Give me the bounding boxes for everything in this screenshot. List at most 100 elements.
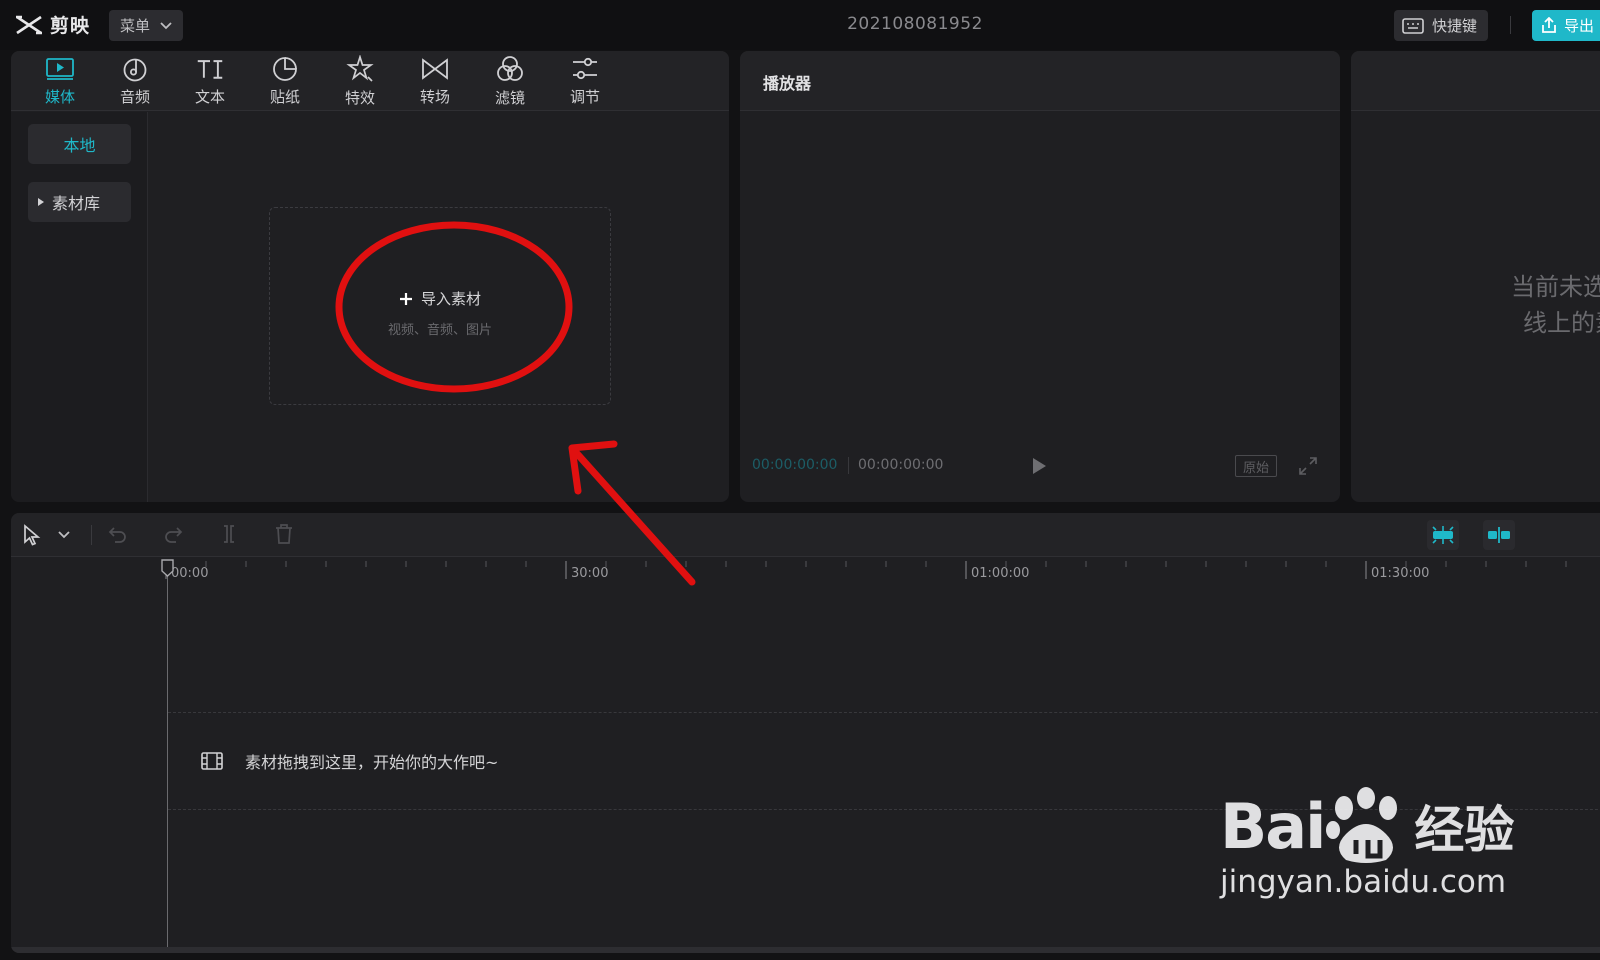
aspect-ratio-label: 原始 <box>1242 460 1269 476</box>
shortcut-button[interactable]: 快捷键 <box>1394 10 1488 41</box>
split-button[interactable] <box>220 524 238 544</box>
tab-transition[interactable]: 转场 <box>402 55 468 107</box>
capcut-logo-icon <box>16 15 42 34</box>
aspect-ratio-button[interactable]: 原始 <box>1235 455 1277 477</box>
total-time: 00:00:00:00 <box>858 457 944 473</box>
trash-icon <box>276 524 292 544</box>
tab-sticker[interactable]: 贴纸 <box>252 55 318 107</box>
baidu-watermark-suffix: 经验 <box>1414 801 1515 859</box>
properties-panel: 当前未选中 线上的素 <box>1351 51 1600 502</box>
caret-right-icon <box>38 198 44 206</box>
effects-icon <box>346 55 374 83</box>
player-title: 播放器 <box>763 74 812 93</box>
tab-media[interactable]: 媒体 <box>27 55 93 107</box>
properties-empty-line1: 当前未选中 <box>1511 273 1600 301</box>
fullscreen-icon <box>1299 457 1317 475</box>
split-icon <box>224 525 234 543</box>
plus-icon <box>399 292 412 305</box>
transition-icon <box>421 55 449 82</box>
properties-empty-message: 当前未选中 线上的素 <box>1461 269 1600 341</box>
ruler-label: 30:00 <box>571 566 609 581</box>
timeline-toolbar-divider <box>91 525 92 545</box>
sidebar-item-library-label: 素材库 <box>52 194 101 213</box>
select-tool-button[interactable] <box>23 524 41 546</box>
keyboard-icon <box>1402 17 1424 34</box>
playhead-handle-icon <box>161 559 174 577</box>
tab-text-label: 文本 <box>194 88 225 106</box>
player-panel: 播放器 00:00:00:00 00:00:00:00 原始 <box>740 51 1340 502</box>
media-tabs-bar: 媒体 音频 文本 贴纸 特效 转场 滤镜 调节 <box>11 51 729 111</box>
snap-toggle-button[interactable] <box>1427 520 1459 550</box>
playhead-handle[interactable] <box>161 559 174 577</box>
baidu-watermark-bai: Bai <box>1220 789 1326 863</box>
chevron-down-icon <box>58 531 70 539</box>
delete-button[interactable] <box>275 524 293 544</box>
baidu-watermark-url: jingyan.baidu.com <box>1220 864 1507 900</box>
top-bar: 剪映 菜单 202108081952 快捷键 导出 <box>0 0 1600 50</box>
undo-button[interactable] <box>108 524 128 544</box>
timeline-scrollbar[interactable] <box>11 947 1600 953</box>
tab-audio-label: 音频 <box>119 88 150 106</box>
timeline-ruler[interactable]: 00:00 30:00 01:00:00 01:30:00 <box>11 557 1600 587</box>
select-tool-dropdown[interactable] <box>58 531 70 539</box>
import-media-dropzone[interactable]: 导入素材 视频、音频、图片 <box>269 207 611 405</box>
sidebar-item-library[interactable]: 素材库 <box>28 182 131 222</box>
baidu-watermark: Bai 经验 jingyan.baidu.com <box>1220 786 1514 900</box>
tab-media-label: 媒体 <box>44 88 75 106</box>
ruler-label: 01:00:00 <box>971 566 1030 581</box>
project-title: 202108081952 <box>847 14 983 34</box>
app-logo-text: 剪映 <box>50 15 91 37</box>
import-media-hint: 视频、音频、图片 <box>387 323 492 338</box>
filter-icon <box>496 55 524 83</box>
tab-effects-label: 特效 <box>344 89 375 107</box>
tab-audio[interactable]: 音频 <box>102 55 168 107</box>
tab-effects[interactable]: 特效 <box>327 55 393 107</box>
link-toggle-button[interactable] <box>1483 520 1515 550</box>
tab-adjust-label: 调节 <box>569 88 600 106</box>
current-time: 00:00:00:00 <box>752 457 838 473</box>
import-media-button[interactable]: 导入素材 <box>270 288 610 309</box>
tab-sticker-label: 贴纸 <box>269 88 300 106</box>
link-clips-icon <box>1488 527 1510 543</box>
export-icon <box>1542 17 1556 33</box>
undo-icon <box>108 527 126 543</box>
tab-adjust[interactable]: 调节 <box>552 55 618 107</box>
tab-transition-label: 转场 <box>419 88 450 106</box>
text-icon <box>196 55 224 82</box>
redo-button[interactable] <box>163 524 183 544</box>
tab-filter[interactable]: 滤镜 <box>477 55 543 107</box>
magnet-snap-icon <box>1432 526 1454 544</box>
timeline-toolbar <box>11 513 1600 557</box>
media-panel: 媒体 音频 文本 贴纸 特效 转场 滤镜 调节 本地 素材库 导入素材 视频、音… <box>11 51 729 502</box>
time-divider <box>848 457 849 474</box>
import-media-label: 导入素材 <box>420 290 481 308</box>
film-strip-icon <box>201 752 223 770</box>
timeline-drop-hint: 素材拖拽到这里，开始你的大作吧~ <box>245 753 499 772</box>
baidu-watermark-brand: Bai 经验 <box>1220 786 1514 866</box>
media-icon <box>46 55 74 82</box>
baidu-paw-icon <box>1326 787 1398 863</box>
play-icon <box>1033 458 1046 474</box>
export-button[interactable]: 导出 <box>1532 10 1600 41</box>
properties-empty-line2: 线上的素 <box>1523 309 1600 337</box>
ruler-ticks <box>165 561 1567 579</box>
ruler-label: 01:30:00 <box>1371 566 1430 581</box>
play-button[interactable] <box>1031 457 1047 475</box>
menu-button[interactable]: 菜单 <box>109 10 183 41</box>
adjust-icon <box>571 55 599 82</box>
redo-icon <box>165 527 183 543</box>
menu-button-label: 菜单 <box>120 17 151 35</box>
cursor-icon <box>24 524 41 546</box>
tab-filter-label: 滤镜 <box>494 89 525 107</box>
chevron-down-icon <box>160 21 172 29</box>
shortcut-button-label: 快捷键 <box>1432 17 1478 35</box>
sidebar-item-local[interactable]: 本地 <box>28 124 131 164</box>
tab-text[interactable]: 文本 <box>177 55 243 107</box>
ruler-label: 00:00 <box>171 566 209 581</box>
fullscreen-button[interactable] <box>1299 457 1317 475</box>
sticker-icon <box>271 55 299 82</box>
sidebar-item-local-label: 本地 <box>63 136 96 155</box>
export-button-label: 导出 <box>1564 17 1595 35</box>
player-header: 播放器 <box>740 51 1340 111</box>
properties-header <box>1351 51 1600 111</box>
